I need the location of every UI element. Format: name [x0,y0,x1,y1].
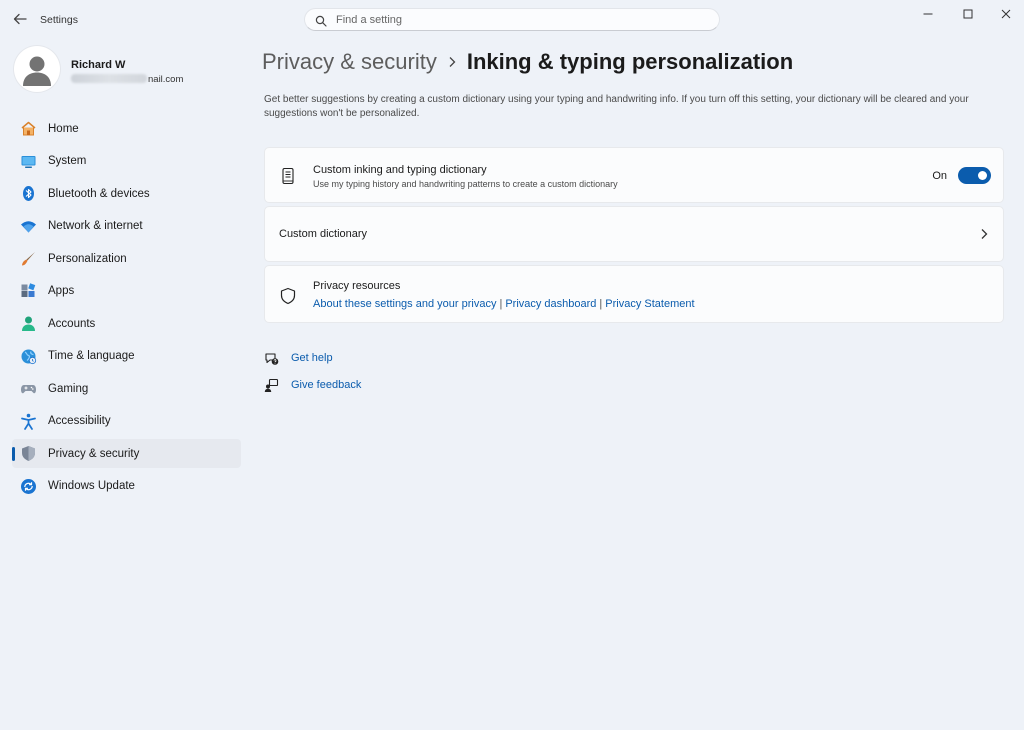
about-privacy-link[interactable]: About these settings and your privacy [313,298,496,310]
feedback-icon [264,378,279,393]
back-arrow-icon[interactable] [10,10,30,28]
close-icon[interactable] [995,5,1017,23]
title-bar: Settings [0,0,1024,40]
toggle-state-label: On [932,170,947,182]
sidebar-item-bluetooth[interactable]: Bluetooth & devices [12,179,241,208]
redacted-email [71,74,147,83]
give-feedback-row[interactable]: Give feedback [264,376,361,394]
dictionary-toggle-card: Custom inking and typing dictionary Use … [264,147,1004,203]
user-profile[interactable]: Richard W nail.com [14,46,244,96]
dictionary-toggle-switch[interactable] [958,167,991,184]
toggle-knob [978,171,987,180]
sidebar-item-label: Gaming [48,382,89,395]
sidebar-item-windows-update[interactable]: Windows Update [12,472,241,501]
sidebar-item-label: Personalization [48,252,127,265]
sidebar-item-label: Apps [48,285,75,297]
sidebar-nav: Home System Bluetooth & devices Network … [12,114,241,504]
privacy-resources-card: Privacy resources About these settings a… [264,265,1004,323]
dictionary-icon [279,167,297,185]
gamepad-icon [20,380,37,397]
minimize-icon[interactable] [917,5,939,23]
chevron-right-icon [437,56,467,68]
breadcrumb-parent-link[interactable]: Privacy & security [262,49,437,75]
dictionary-toggle-subtitle: Use my typing history and handwriting pa… [313,179,618,189]
sidebar-item-label: System [48,155,87,167]
user-name: Richard W [71,59,126,71]
chevron-right-icon [979,227,989,241]
privacy-resources-title: Privacy resources [313,280,401,292]
bluetooth-icon [20,185,37,202]
sidebar-item-personalization[interactable]: Personalization [12,244,241,273]
sidebar-item-label: Privacy & security [48,447,140,460]
sidebar-item-time-language[interactable]: Time & language [12,342,241,371]
custom-dictionary-title: Custom dictionary [279,228,368,240]
custom-dictionary-card[interactable]: Custom dictionary [264,206,1004,262]
app-title: Settings [40,14,78,26]
home-icon [20,120,37,137]
sidebar-item-gaming[interactable]: Gaming [12,374,241,403]
privacy-links: About these settings and your privacy | Pr… [313,298,695,310]
breadcrumb: Privacy & security Inking & typing perso… [262,46,793,78]
avatar [14,46,60,92]
shield-outline-icon [279,287,297,305]
privacy-dashboard-link[interactable]: Privacy dashboard [505,298,596,310]
sidebar-item-network[interactable]: Network & internet [12,212,241,241]
link-separator: | [599,298,603,310]
maximize-icon[interactable] [957,5,979,23]
privacy-statement-link[interactable]: Privacy Statement [605,298,694,310]
user-email-domain: nail.com [148,74,184,85]
apps-icon [20,282,37,300]
accounts-icon [20,315,37,332]
sidebar-item-label: Accessibility [48,415,111,427]
sidebar-item-accessibility[interactable]: Accessibility [12,407,241,436]
system-icon [20,153,37,170]
accessibility-icon [20,413,37,430]
sidebar-item-label: Home [48,122,79,135]
page-title: Inking & typing personalization [466,49,794,74]
globe-icon [20,348,37,365]
sidebar-item-apps[interactable]: Apps [12,277,241,306]
update-icon [20,478,37,495]
sidebar-item-system[interactable]: System [12,147,241,176]
sidebar-item-label: Windows Update [48,480,135,492]
sidebar-item-label: Accounts [48,317,96,330]
user-email: nail.com [71,74,183,85]
link-separator: | [499,298,503,310]
search-input[interactable] [336,12,696,28]
brush-icon [20,250,37,267]
help-chat-icon [264,351,279,366]
sidebar-item-label: Bluetooth & devices [48,187,150,200]
dictionary-toggle-title: Custom inking and typing dictionary [313,164,487,176]
search-box[interactable] [304,8,720,31]
sidebar-item-home[interactable]: Home [12,114,241,143]
give-feedback-link[interactable]: Give feedback [291,379,361,391]
shield-icon [20,445,37,462]
sidebar-item-accounts[interactable]: Accounts [12,309,241,338]
sidebar-item-label: Network & internet [48,220,143,232]
sidebar-item-privacy-security[interactable]: Privacy & security [12,439,241,468]
get-help-row[interactable]: Get help [264,349,333,367]
search-icon [315,14,327,27]
sidebar-item-label: Time & language [48,350,135,362]
get-help-link[interactable]: Get help [291,352,333,364]
page-description: Get better suggestions by creating a cus… [264,94,969,119]
wifi-icon [20,218,37,235]
